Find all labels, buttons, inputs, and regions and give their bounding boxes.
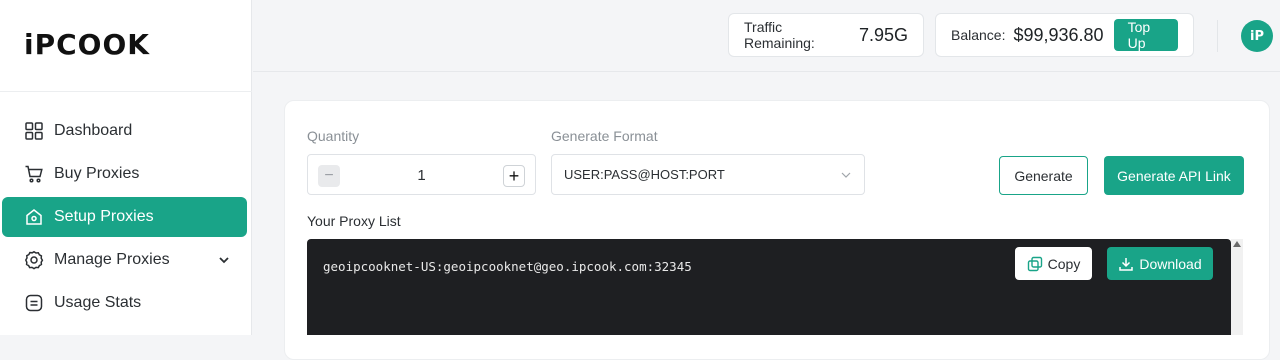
format-select[interactable]: USER:PASS@HOST:PORT (551, 154, 865, 195)
copy-icon (1027, 256, 1043, 272)
traffic-value: 7.95G (858, 24, 908, 45)
cart-icon (24, 164, 44, 184)
scroll-up-arrow-icon[interactable] (1233, 241, 1241, 247)
quantity-value[interactable]: 1 (348, 167, 495, 184)
download-button[interactable]: Download (1107, 247, 1213, 280)
sidebar: iPCOOK Dashboard Buy Proxies Setup Proxi… (0, 0, 252, 335)
balance-value: $99,936.80 (1013, 24, 1104, 45)
sidebar-item-label: Usage Stats (54, 294, 142, 311)
format-selected-value: USER:PASS@HOST:PORT (564, 167, 725, 182)
sidebar-divider (0, 91, 252, 92)
traffic-label: Traffic Remaining: (744, 19, 815, 51)
proxy-list-label: Your Proxy List (307, 213, 401, 229)
sidebar-item-buy-proxies[interactable]: Buy Proxies (2, 154, 247, 194)
chevron-down-icon[interactable] (217, 253, 231, 267)
quantity-label: Quantity (307, 128, 360, 144)
home-icon (24, 207, 44, 227)
balance-panel: Balance: $99,936.80 Top Up (935, 13, 1194, 57)
download-label: Download (1139, 255, 1202, 272)
top-up-button[interactable]: Top Up (1113, 19, 1178, 51)
copy-label: Copy (1047, 255, 1081, 272)
sidebar-item-label: Buy Proxies (54, 165, 140, 182)
generate-api-link-button[interactable]: Generate API Link (1104, 156, 1244, 195)
traffic-remaining-panel: Traffic Remaining: 7.95G (728, 13, 924, 57)
sidebar-item-label: Dashboard (54, 122, 133, 139)
avatar[interactable]: iP (1241, 20, 1273, 52)
quantity-stepper[interactable]: − 1 + (307, 154, 536, 195)
sidebar-item-label: Manage Proxies (54, 251, 170, 268)
logo-text: iPCOOK (24, 27, 150, 61)
scrollbar[interactable] (1231, 239, 1243, 335)
chevron-down-icon (840, 169, 852, 181)
download-icon (1118, 256, 1134, 272)
sidebar-item-usage-stats[interactable]: Usage Stats (2, 283, 247, 323)
grid-icon (24, 121, 44, 141)
proxy-list-output[interactable]: geoipcooknet-US:geoipcooknet@geo.ipcook.… (307, 239, 1231, 335)
gear-icon (24, 250, 44, 270)
sidebar-item-manage-proxies[interactable]: Manage Proxies (2, 240, 247, 280)
increment-button[interactable]: + (503, 165, 525, 187)
sidebar-item-dashboard[interactable]: Dashboard (2, 111, 247, 151)
decrement-button[interactable]: − (318, 165, 340, 187)
sidebar-item-label: Setup Proxies (54, 208, 154, 225)
proxy-line[interactable]: geoipcooknet-US:geoipcooknet@geo.ipcook.… (323, 259, 692, 274)
ipcook-logo[interactable]: iPCOOK (24, 27, 150, 61)
balance-label: Balance: (951, 27, 1006, 43)
sidebar-item-setup-proxies[interactable]: Setup Proxies (2, 197, 247, 237)
header-divider (1217, 20, 1218, 52)
copy-button[interactable]: Copy (1015, 247, 1092, 280)
list-icon (24, 293, 44, 313)
format-label: Generate Format (551, 128, 658, 144)
generate-button[interactable]: Generate (999, 156, 1088, 195)
